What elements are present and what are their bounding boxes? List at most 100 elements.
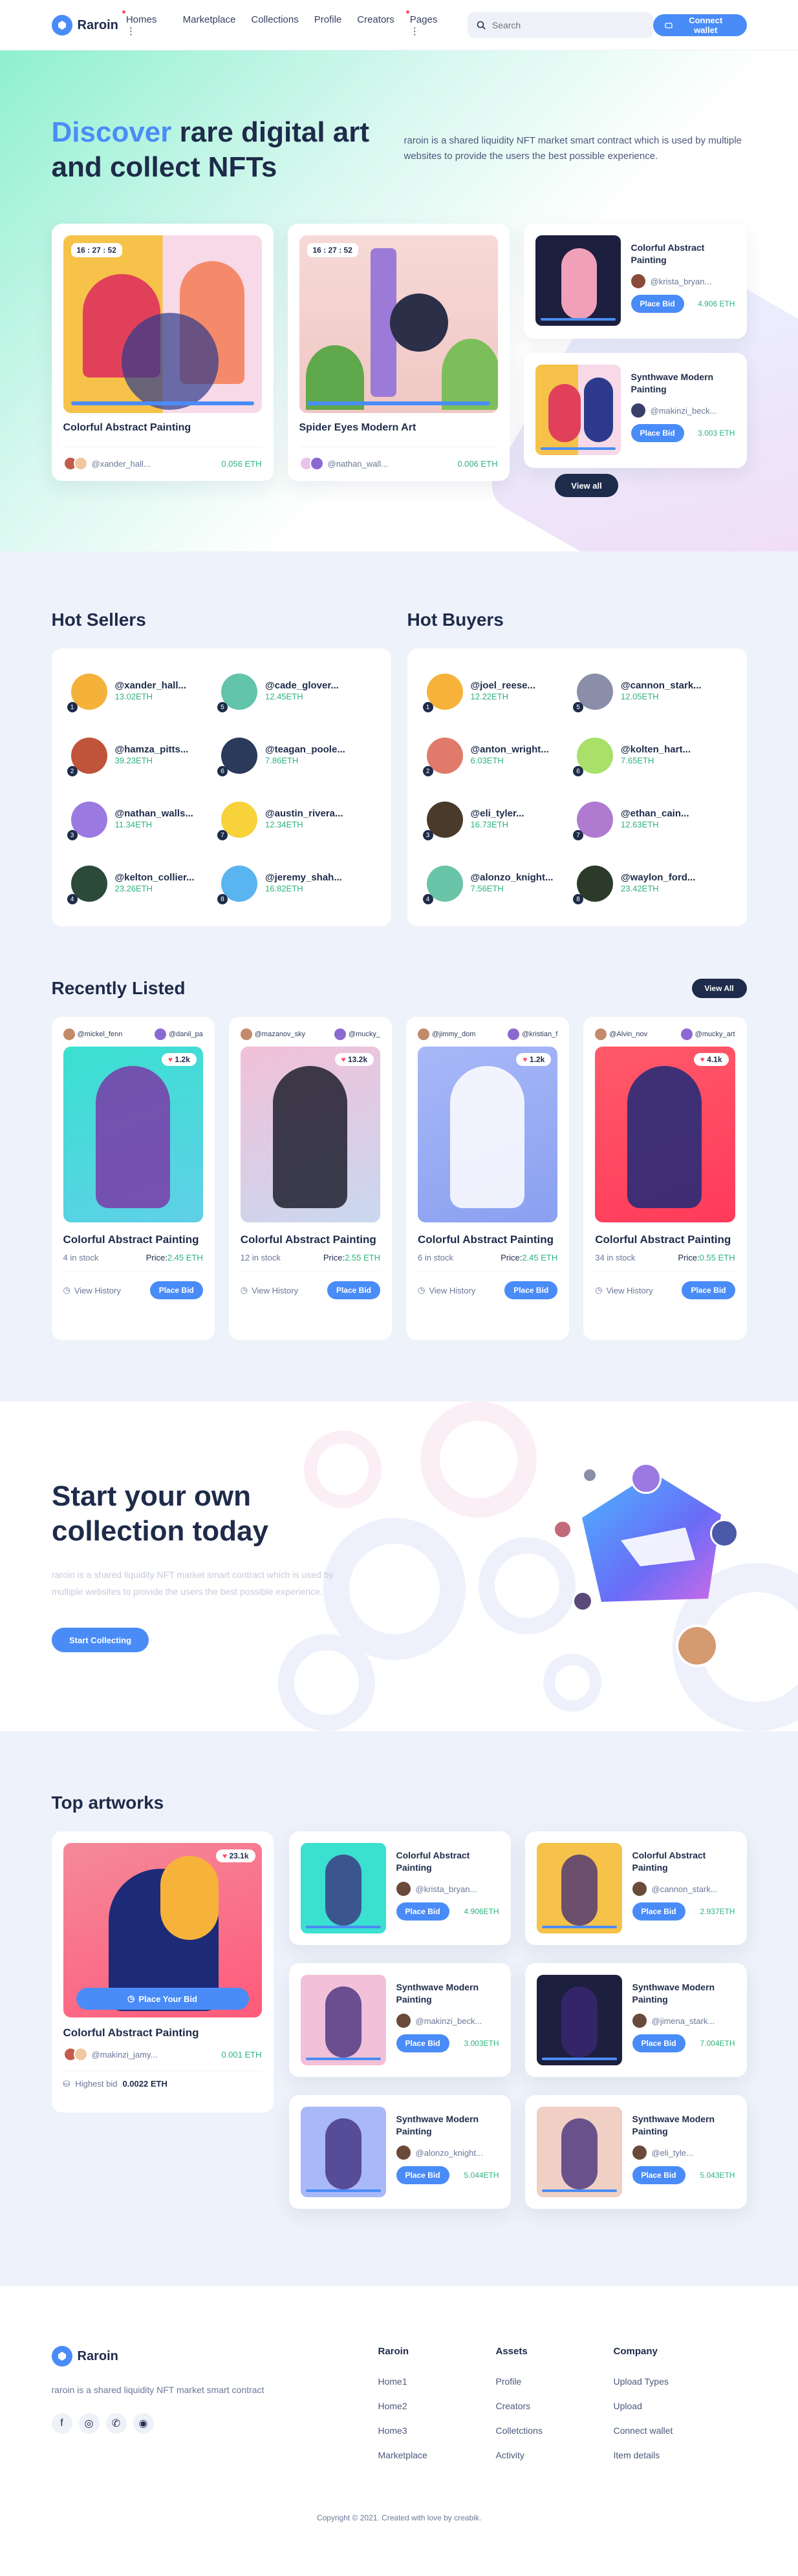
footer-link[interactable]: Creators — [496, 2401, 614, 2411]
listing-card[interactable]: @Alvin_nov @mucky_art ♥ 4.1k Colorful Abs… — [583, 1017, 747, 1340]
seller-item[interactable]: 1 @xander_hall... 13.02ETH — [67, 668, 222, 715]
footer-link[interactable]: Upload Types — [614, 2376, 731, 2387]
creator-chip[interactable]: @mickel_fenn — [63, 1028, 122, 1040]
creator-chip[interactable]: @mucky_ — [334, 1028, 380, 1040]
footer-link[interactable]: Upload — [614, 2401, 731, 2411]
featured-card[interactable]: 16 : 27 : 52 Spider Eyes Modern Art @nat… — [287, 224, 510, 481]
place-bid-button[interactable]: Place Bid — [682, 1281, 735, 1299]
like-count[interactable]: ♥ 13.2k — [334, 1053, 374, 1066]
featured-card[interactable]: 16 : 27 : 52 Colorful Abstract Painting … — [51, 224, 274, 481]
place-bid-button[interactable]: Place Bid — [504, 1281, 558, 1299]
eth-amount: 11.34ETH — [114, 820, 153, 829]
like-count[interactable]: ♥ 4.1k — [693, 1053, 729, 1066]
footer-link[interactable]: Item details — [614, 2450, 731, 2460]
nav-item-creators[interactable]: Creators — [357, 14, 394, 37]
place-bid-button[interactable]: Place Bid — [396, 2166, 449, 2184]
footer-link[interactable]: Home1 — [378, 2376, 496, 2387]
seller-item[interactable]: 8 @jeremy_shah... 16.82ETH — [217, 860, 372, 907]
footer-link[interactable]: Profile — [496, 2376, 614, 2387]
like-count[interactable]: ♥ 1.2k — [516, 1053, 552, 1066]
seller-item[interactable]: 3 @nathan_walls... 11.34ETH — [67, 796, 222, 843]
messenger-icon[interactable]: ◎ — [78, 2413, 100, 2434]
place-bid-button[interactable]: Place Bid — [396, 2034, 449, 2052]
view-history-link[interactable]: ◷ View History — [418, 1285, 475, 1295]
buyer-item[interactable]: 6 @kolten_hart... 7.65ETH — [573, 732, 728, 779]
footer-link[interactable]: Activity — [496, 2450, 614, 2460]
view-history-link[interactable]: ◷ View History — [63, 1285, 121, 1295]
listing-card[interactable]: @mazanov_sky @mucky_ ♥ 13.2k Colorful Abs… — [228, 1017, 392, 1340]
footer-link[interactable]: Home2 — [378, 2401, 496, 2411]
buyer-item[interactable]: 2 @anton_wright... 6.03ETH — [422, 732, 577, 779]
buyer-item[interactable]: 3 @eli_tyler... 16.73ETH — [422, 796, 577, 843]
buyer-item[interactable]: 7 @ethan_cain... 12.63ETH — [573, 796, 728, 843]
creator-chip[interactable]: @danil_pa — [154, 1028, 203, 1040]
listing-card[interactable]: @jimmy_dom @kristian_f ♥ 1.2k Colorful Ab… — [406, 1017, 570, 1340]
top-artwork-featured-card[interactable]: ♥ 23.1k ◷ Place Your Bid Colorful Abstrac… — [51, 1831, 274, 2113]
place-bid-button[interactable]: Place Bid — [632, 2166, 685, 2184]
side-artwork-card[interactable]: Colorful Abstract Painting @krista_bryan… — [523, 224, 747, 339]
artwork-image — [536, 2107, 622, 2197]
place-bid-button[interactable]: Place Bid — [632, 2034, 685, 2052]
creator-handle: @Alvin_nov — [609, 1030, 648, 1038]
place-bid-button[interactable]: Place Bid — [396, 1902, 449, 1921]
like-count[interactable]: ♥ 23.1k — [216, 1849, 255, 1862]
like-count[interactable]: ♥ 1.2k — [161, 1053, 197, 1066]
seller-item[interactable]: 5 @cade_glover... 12.45ETH — [217, 668, 372, 715]
buyer-item[interactable]: 4 @alonzo_knight... 7.56ETH — [422, 860, 577, 907]
seller-item[interactable]: 2 @hamza_pitts... 39.23ETH — [67, 732, 222, 779]
avatar — [418, 1028, 429, 1040]
nav-item-pages[interactable]: Pages ⋮ — [405, 10, 448, 37]
connect-wallet-button[interactable]: Connect wallet — [652, 14, 747, 36]
creator-chip[interactable]: @mazanov_sky — [240, 1028, 305, 1040]
footer-link[interactable]: Home3 — [378, 2425, 496, 2436]
footer-link[interactable]: Marketplace — [378, 2450, 496, 2460]
footer-logo[interactable]: Raroin — [51, 2346, 264, 2367]
place-bid-button[interactable]: Place Bid — [632, 1902, 685, 1921]
view-all-button[interactable]: View all — [555, 474, 618, 497]
footer-link[interactable]: Colletctions — [496, 2425, 614, 2436]
footer-link[interactable]: Connect wallet — [614, 2425, 731, 2436]
view-history-link[interactable]: ◷ View History — [595, 1285, 652, 1295]
listing-card[interactable]: @mickel_fenn @danil_pa ♥ 1.2k Colorful Ab… — [51, 1017, 215, 1340]
top-artwork-card[interactable]: Synthwave Modern Painting @alonzo_knight… — [288, 2095, 511, 2209]
seller-item[interactable]: 4 @kelton_collier... 23.26ETH — [67, 860, 222, 907]
place-bid-button[interactable]: Place Bid — [631, 424, 684, 442]
creator-chip[interactable]: @mucky_art — [680, 1028, 735, 1040]
avatar — [154, 1028, 166, 1040]
creator-chip[interactable]: @jimmy_dom — [418, 1028, 475, 1040]
buyer-item[interactable]: 5 @cannon_stark... 12.05ETH — [573, 668, 728, 715]
top-artwork-card[interactable]: Synthwave Modern Painting @makinzi_beck.… — [288, 1963, 511, 2077]
top-artwork-card[interactable]: Synthwave Modern Painting @eli_tyle... P… — [524, 2095, 747, 2209]
price-label: Price: — [678, 1253, 700, 1262]
nav-item-marketplace[interactable]: Marketplace — [183, 14, 236, 37]
discord-icon[interactable]: ◉ — [133, 2413, 154, 2434]
place-bid-button[interactable]: Place Bid — [149, 1281, 203, 1299]
buyer-item[interactable]: 1 @joel_reese... 12.22ETH — [422, 668, 577, 715]
top-artwork-card[interactable]: Colorful Abstract Painting @cannon_stark… — [524, 1831, 747, 1945]
creator-chip[interactable]: @Alvin_nov — [595, 1028, 647, 1040]
buyer-item[interactable]: 8 @waylon_ford... 23.42ETH — [573, 860, 728, 907]
start-collecting-button[interactable]: Start Collecting — [52, 1628, 149, 1652]
view-history-link[interactable]: ◷ View History — [241, 1285, 298, 1295]
place-your-bid-button[interactable]: ◷ Place Your Bid — [76, 1988, 249, 2010]
facebook-icon[interactable]: f — [51, 2413, 72, 2434]
artwork-image: ♥ 1.2k — [418, 1047, 558, 1222]
like-count-value: 1.2k — [529, 1055, 545, 1064]
creator-chip[interactable]: @kristian_f — [508, 1028, 557, 1040]
place-bid-button[interactable]: Place Bid — [631, 295, 684, 313]
seller-item[interactable]: 7 @austin_rivera... 12.34ETH — [217, 796, 372, 843]
seller-item[interactable]: 6 @teagan_poole... 7.86ETH — [217, 732, 372, 779]
side-artwork-card[interactable]: Synthwave Modern Painting @makinzi_beck.… — [523, 353, 747, 468]
search-input[interactable] — [491, 20, 641, 30]
hero-title: Discover rare digital art and collect NF… — [52, 115, 394, 185]
eth-amount: 6.03ETH — [470, 756, 504, 765]
whatsapp-icon[interactable]: ✆ — [105, 2413, 127, 2434]
nav-item-homes[interactable]: Homes ⋮ — [122, 10, 167, 37]
nav-item-collections[interactable]: Collections — [251, 14, 298, 37]
brand-logo[interactable]: Raroin — [51, 15, 118, 36]
top-artwork-card[interactable]: Synthwave Modern Painting @jimena_stark.… — [524, 1963, 747, 2077]
nav-item-profile[interactable]: Profile — [314, 14, 342, 37]
view-all-button[interactable]: View All — [691, 979, 747, 998]
place-bid-button[interactable]: Place Bid — [327, 1281, 380, 1299]
top-artwork-card[interactable]: Colorful Abstract Painting @krista_bryan… — [288, 1831, 511, 1945]
